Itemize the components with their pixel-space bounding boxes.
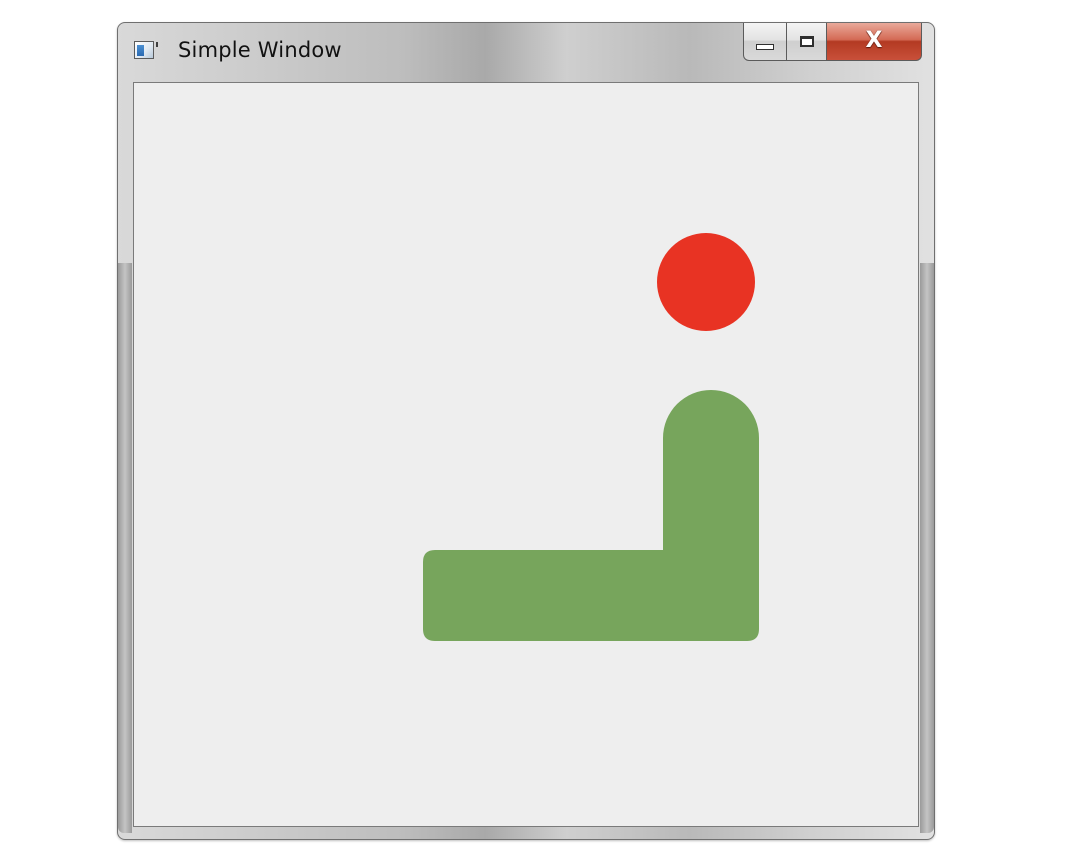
minimize-button[interactable] <box>743 23 787 61</box>
close-button[interactable]: X <box>827 23 922 61</box>
window-client-area <box>133 82 919 827</box>
close-icon: X <box>865 27 883 53</box>
simple-window: Simple Window X <box>117 22 935 840</box>
maximize-icon <box>799 36 814 47</box>
title-bar[interactable]: Simple Window X <box>118 23 934 81</box>
maximize-button[interactable] <box>787 23 827 61</box>
caption-buttons: X <box>743 23 922 63</box>
drawing-canvas <box>423 233 759 641</box>
window-title: Simple Window <box>178 38 342 62</box>
red-circle <box>657 233 755 331</box>
green-l-shape <box>423 390 759 641</box>
minimize-icon <box>756 43 774 50</box>
app-window-icon[interactable] <box>134 41 158 59</box>
